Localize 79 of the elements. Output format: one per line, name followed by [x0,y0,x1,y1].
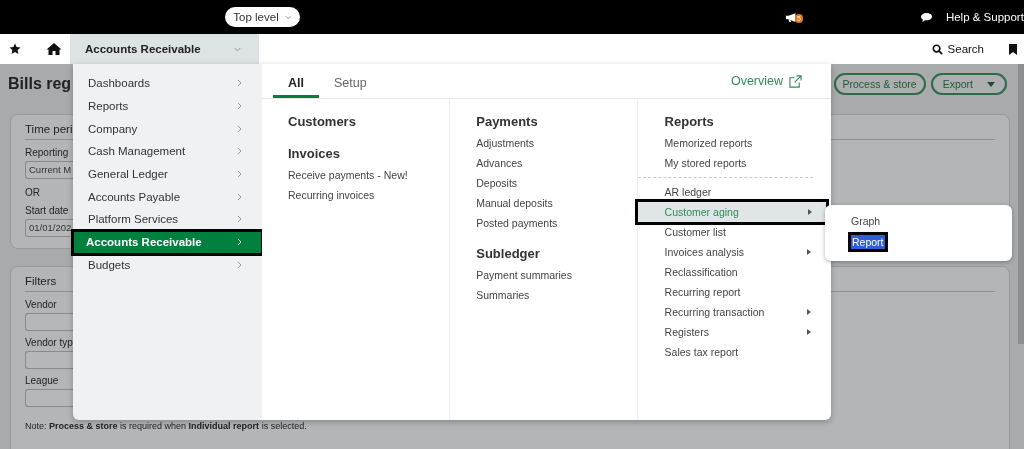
menu-link[interactable]: Customer list [664,222,811,242]
application-menu-item[interactable]: Reports [73,94,262,118]
application-menu-item[interactable]: General Ledger [73,162,262,186]
chevron-right-icon [237,238,242,247]
menu-link[interactable]: AR ledger [664,182,811,202]
menu-link[interactable]: Recurring transaction [664,302,811,322]
field-label: Vendor [25,298,57,312]
input-field[interactable] [25,351,73,369]
field-label: League [25,374,59,388]
menu-link[interactable]: Recurring invoices [288,185,434,205]
chat-icon[interactable] [919,11,933,23]
application-menu-item[interactable]: Platform Services [73,208,262,231]
menu-link[interactable]: Payment summaries [476,265,623,285]
menu-link[interactable]: Receive payments - New! [288,165,434,185]
menu-link[interactable]: My stored reports [664,153,811,173]
help-support-link[interactable]: Help & Support [945,11,1024,23]
menu-link[interactable]: Summaries [476,285,623,305]
application-menu-item[interactable]: Cash Management [73,140,262,163]
menu-link[interactable]: Recurring report [664,282,811,302]
field-label: Start date [25,204,69,218]
menu-link[interactable]: Adjustments [476,133,623,153]
chevron-right-icon [237,124,242,133]
scrollbar[interactable] [1018,64,1024,344]
menu-link[interactable]: Deposits [476,173,623,193]
menu-link[interactable]: Posted payments [476,213,623,233]
external-link-icon [789,74,802,88]
submenu-item[interactable]: Graph [851,211,881,232]
menu-section-heading: Payments [476,113,539,131]
input-field[interactable] [25,313,73,331]
menu-tab[interactable]: Setup [319,64,382,98]
module-dropdown[interactable]: Accounts Receivable [70,34,259,64]
menu-link[interactable]: Customer aging [637,202,826,222]
chevron-right-icon [237,147,242,156]
menu-tab[interactable]: All [273,64,319,98]
search-icon [931,43,943,55]
chevron-right-icon [237,79,242,88]
application-menu-item[interactable]: Accounts Payable [73,185,262,209]
star-icon[interactable] [9,43,21,55]
menu-link[interactable]: Advances [476,153,623,173]
menu-link[interactable]: Memorized reports [664,133,811,153]
application-menu-item[interactable]: Accounts Receivable [73,230,262,254]
section-title: Time peri [25,123,73,135]
application-menu-item[interactable]: Dashboards [73,72,262,95]
menu-section-heading: Customers [288,113,357,131]
section-title: Filters [25,275,57,287]
application-menu-item[interactable]: Company [73,117,262,141]
field-label: Reporting [25,146,69,160]
action-button[interactable]: Process & store [833,73,926,95]
input-field[interactable] [25,389,73,407]
or-label: OR [25,186,40,200]
field-label: Vendor typ [25,336,73,350]
menu-section-heading: Subledger [476,245,541,263]
overview-link[interactable]: Overview [730,74,802,88]
menu-link[interactable]: Manual deposits [476,193,623,213]
export-dropdown-button[interactable]: Export [930,73,1007,95]
chevron-right-icon [237,260,242,269]
home-icon[interactable] [46,42,62,56]
chevron-right-icon [237,192,242,201]
chevron-down-icon [284,14,292,20]
menu-link[interactable]: Sales tax report [664,342,811,362]
menu-section-heading: Invoices [288,145,342,163]
input-field[interactable]: Current M [25,161,73,179]
page-title: Bills reg [8,75,72,93]
menu-section-heading: Reports [664,113,715,131]
caret-down-icon [987,81,995,87]
chevron-down-icon [234,46,241,52]
menu-link[interactable]: Registers [664,322,811,342]
application-menu-item[interactable]: Budgets [73,253,262,277]
chevron-right-icon [237,215,242,224]
search-button[interactable]: Search [931,43,984,55]
chevron-right-icon [237,170,242,179]
bookmark-icon[interactable] [1009,43,1017,55]
date-field[interactable]: 01/01/202 [25,219,73,237]
menu-link[interactable]: Invoices analysis [664,242,811,262]
note-text: Note: Process & store is required when Individual report is selected. [25,421,307,431]
chevron-right-icon [237,102,242,111]
menu-link[interactable]: Reclassification [664,262,811,282]
scope-selector[interactable]: Top level [225,7,300,27]
megaphone-icon[interactable] [785,11,799,23]
